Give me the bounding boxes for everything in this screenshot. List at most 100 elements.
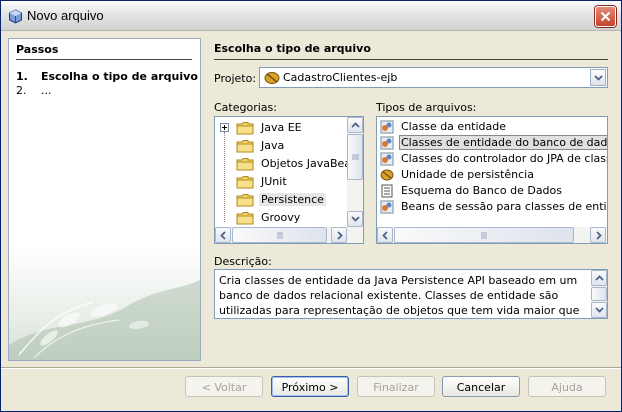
list-item-label: Classe da entidade: [401, 120, 507, 133]
tree-item[interactable]: Java EE: [215, 119, 349, 137]
categories-tree[interactable]: Java EE Java Objetos JavaBeans JUnit Per…: [214, 116, 364, 244]
decorative-leaves-graphic: [9, 250, 200, 360]
project-combobox[interactable]: CadastroClientes-ejb: [259, 67, 608, 88]
tree-item-label: Persistence: [259, 193, 326, 206]
section-title: Escolha o tipo de arquivo: [214, 42, 371, 55]
tree-item-label: JUnit: [261, 175, 287, 188]
list-item-selected[interactable]: Classes de entidade do banco de dados: [377, 135, 607, 151]
entity-class-icon: [380, 136, 394, 150]
step-item: 2....: [16, 84, 52, 97]
footer-divider: [1, 367, 621, 369]
list-item-label: Classes de entidade do banco de dados: [399, 135, 607, 150]
list-item[interactable]: Classes do controlador do JPA de classes…: [377, 151, 607, 167]
list-item[interactable]: Unidade de persistência: [377, 167, 607, 183]
cancel-button[interactable]: Cancelar: [442, 376, 520, 397]
scroll-right-button[interactable]: [331, 227, 347, 243]
scroll-right-button[interactable]: [590, 227, 606, 243]
categories-label: Categorias:: [214, 101, 277, 114]
title-bar[interactable]: Novo arquivo: [1, 1, 621, 31]
close-x-icon: [600, 11, 611, 22]
entity-class-icon: [380, 200, 394, 214]
chevron-left-icon: [382, 231, 388, 240]
scroll-left-button[interactable]: [215, 227, 231, 243]
chevron-right-icon: [596, 231, 602, 240]
back-button[interactable]: < Voltar: [185, 376, 263, 397]
combo-dropdown-button[interactable]: [590, 69, 606, 86]
window-title: Novo arquivo: [27, 8, 104, 23]
persistence-unit-icon: [380, 169, 394, 181]
scroll-down-button[interactable]: [591, 302, 607, 318]
folder-icon: [236, 212, 254, 225]
grip-icon: [481, 232, 487, 239]
section-divider: [214, 59, 608, 60]
list-item-label: Beans de sessão para classes de entidade: [401, 200, 607, 213]
project-label: Projeto:: [214, 72, 257, 85]
scroll-down-button[interactable]: [347, 211, 363, 227]
tree-item-selected[interactable]: Persistence: [215, 191, 349, 209]
step-number: 1.: [16, 70, 28, 83]
description-vscrollbar[interactable]: [591, 270, 607, 318]
grip-icon: [352, 154, 359, 160]
chevron-down-icon: [351, 216, 360, 222]
list-item-label: Unidade de persistência: [401, 168, 534, 181]
file-types-label: Tipos de arquivos:: [376, 101, 477, 114]
next-button[interactable]: Próximo >: [271, 376, 349, 397]
entity-class-icon: [380, 120, 394, 134]
description-box[interactable]: Cria classes de entidade da Java Persist…: [214, 269, 608, 319]
chevron-down-icon: [595, 307, 604, 313]
steps-panel: Passos 1. Escolha o tipo de arquivo 2....: [8, 38, 201, 361]
tree-item-label: Groovy: [261, 211, 301, 224]
chevron-up-icon: [595, 275, 604, 281]
help-button[interactable]: Ajuda: [528, 376, 606, 397]
tree-item-label: Java: [261, 139, 285, 152]
list-item-label: Classes do controlador do JPA de classes…: [401, 152, 607, 165]
grip-icon: [277, 232, 283, 239]
tree-item[interactable]: Objetos JavaBeans: [215, 155, 363, 173]
scroll-thumb[interactable]: [591, 287, 607, 301]
step-label: Escolha o tipo de arquivo: [41, 70, 198, 83]
chevron-left-icon: [220, 231, 226, 240]
new-file-dialog: Novo arquivo Passos 1. Escolha o tipo de …: [0, 0, 622, 412]
step-number: 2.: [16, 84, 27, 97]
tree-item[interactable]: Java: [215, 137, 349, 155]
project-value: CadastroClientes-ejb: [283, 71, 398, 84]
steps-divider: [16, 59, 192, 60]
tree-item[interactable]: Groovy: [215, 209, 349, 227]
description-label: Descrição:: [214, 255, 272, 268]
chevron-right-icon: [337, 231, 343, 240]
folder-icon: [236, 122, 254, 135]
entity-class-icon: [380, 152, 394, 166]
list-item[interactable]: Esquema do Banco de Dados: [377, 183, 607, 199]
close-button[interactable]: [595, 6, 616, 27]
list-item[interactable]: Beans de sessão para classes de entidade: [377, 199, 607, 215]
database-schema-icon: [381, 184, 393, 198]
scroll-thumb[interactable]: [394, 227, 574, 243]
tree-item-label: Java EE: [261, 121, 302, 134]
netbeans-cube-icon: [9, 9, 22, 24]
scroll-thumb[interactable]: [347, 134, 363, 180]
step-label: ...: [41, 84, 52, 97]
list-item[interactable]: Classe da entidade: [377, 119, 607, 135]
folder-icon: [236, 176, 254, 189]
scroll-up-button[interactable]: [347, 117, 363, 133]
ejb-project-icon: [264, 72, 280, 84]
chevron-up-icon: [351, 122, 360, 128]
expand-plus-icon: [220, 123, 229, 132]
finish-button[interactable]: Finalizar: [357, 376, 435, 397]
tree-item[interactable]: JUnit: [215, 173, 349, 191]
categories-hscrollbar[interactable]: [215, 227, 363, 243]
step-item: 1. Escolha o tipo de arquivo: [16, 70, 198, 83]
scroll-left-button[interactable]: [377, 227, 393, 243]
folder-icon: [236, 158, 254, 171]
steps-title: Passos: [16, 43, 59, 56]
chevron-down-icon: [594, 75, 603, 81]
categories-vscrollbar[interactable]: [347, 117, 363, 227]
folder-icon: [236, 140, 254, 153]
folder-icon: [236, 194, 254, 207]
scroll-up-button[interactable]: [591, 270, 607, 286]
file-types-hscrollbar[interactable]: [377, 227, 607, 243]
description-text: Cria classes de entidade da Java Persist…: [219, 274, 580, 317]
list-item-label: Esquema do Banco de Dados: [401, 184, 562, 197]
file-types-list[interactable]: Classe da entidade Classes de entidade d…: [376, 116, 608, 244]
scroll-thumb[interactable]: [232, 227, 327, 243]
